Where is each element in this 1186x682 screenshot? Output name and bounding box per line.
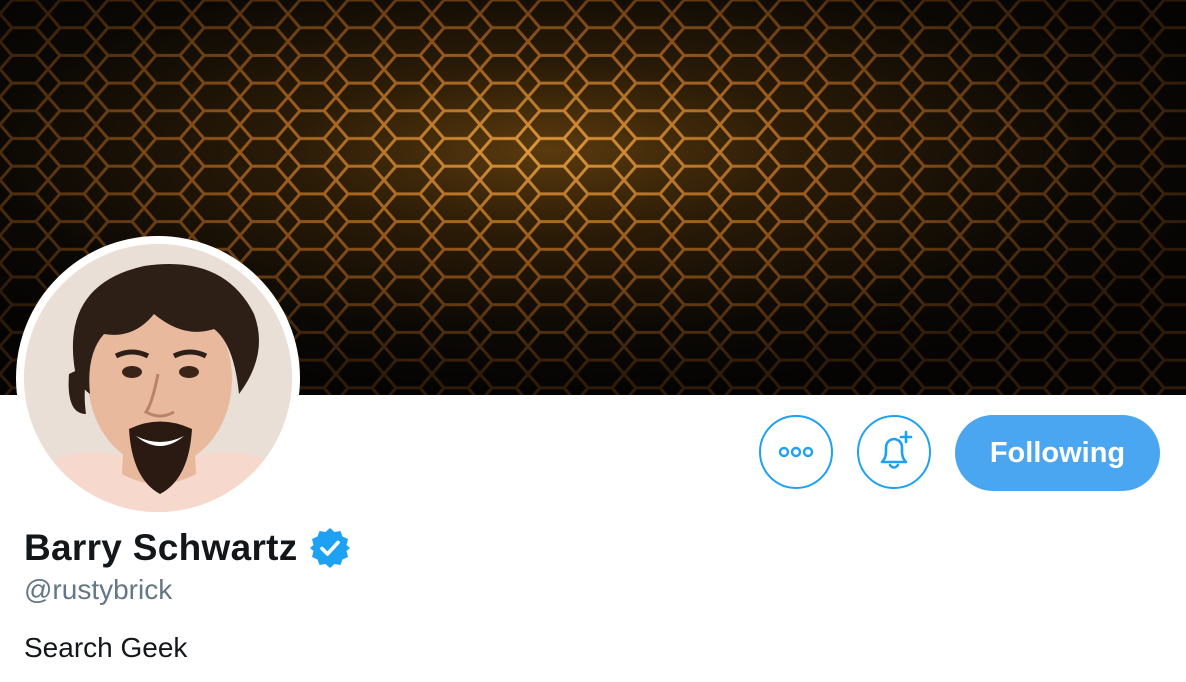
avatar[interactable] [24,244,292,512]
profile-bio: Search Geek [24,632,188,663]
following-button[interactable]: Following [955,415,1160,491]
profile-page: Following Barry Schwartz @rustybrick Sea… [0,0,1186,682]
ellipsis-icon [778,446,814,458]
display-name: Barry Schwartz [24,527,298,568]
verified-badge-icon [308,526,352,570]
user-handle: @rustybrick [24,574,173,605]
name-row: Barry Schwartz [24,526,352,570]
notifications-button[interactable] [857,415,931,489]
avatar-frame [16,236,300,520]
more-options-button[interactable] [759,415,833,489]
bell-plus-icon [880,430,913,469]
